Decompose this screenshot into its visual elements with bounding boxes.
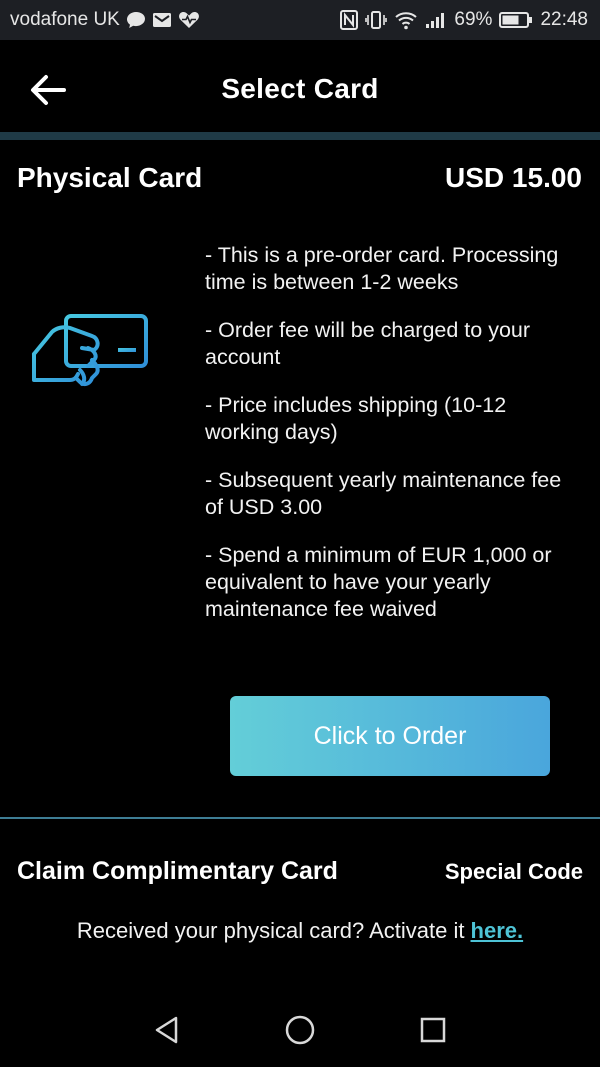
- nav-back-icon: [155, 1016, 178, 1044]
- nav-back-button[interactable]: [149, 1012, 185, 1048]
- card-details-list: - This is a pre-order card. Processing t…: [205, 242, 575, 644]
- click-to-order-button[interactable]: Click to Order: [230, 696, 550, 776]
- signal-icon: [425, 11, 447, 29]
- activate-here-link[interactable]: here.: [471, 918, 524, 943]
- card-title: Physical Card: [17, 162, 203, 193]
- header-divider: [0, 132, 600, 140]
- section-divider: [0, 817, 600, 819]
- system-nav-bar: [0, 990, 600, 1067]
- detail-item: - Subsequent yearly maintenance fee of U…: [205, 468, 562, 519]
- nav-recents-button[interactable]: [415, 1012, 451, 1048]
- special-code-link[interactable]: Special Code: [445, 859, 583, 885]
- nav-home-icon: [285, 1015, 315, 1045]
- vibrate-icon: [365, 10, 388, 30]
- battery-percent: 69%: [454, 9, 493, 30]
- status-bar: vodafone UK 69% 22:48: [0, 0, 600, 40]
- nfc-icon: [340, 10, 359, 30]
- activate-text: Received your physical card? Activate it: [76, 918, 465, 943]
- heart-rate-icon: [178, 11, 200, 29]
- detail-item: - Order fee will be charged to your acco…: [205, 318, 531, 369]
- wifi-icon: [394, 10, 418, 30]
- nav-home-button[interactable]: [282, 1012, 318, 1048]
- status-bar-left: vodafone UK: [10, 9, 200, 31]
- detail-item: - This is a pre-order card. Processing t…: [205, 243, 559, 294]
- detail-item: - Spend a minimum of EUR 1,000 or equiva…: [205, 543, 552, 621]
- chat-bubble-icon: [126, 11, 146, 29]
- detail-item: - Price includes shipping (10-12 working…: [205, 393, 507, 444]
- nav-recents-icon: [420, 1017, 446, 1043]
- carrier-name: vodafone UK: [10, 9, 120, 30]
- clock-time: 22:48: [540, 9, 588, 30]
- activate-prompt: Received your physical card? Activate it…: [0, 918, 600, 944]
- card-price: USD 15.00: [445, 162, 582, 193]
- app-bar: Select Card: [0, 40, 600, 134]
- hand-holding-card-icon: [30, 310, 150, 392]
- battery-icon: [499, 11, 533, 29]
- status-bar-right: 69% 22:48: [340, 9, 588, 31]
- claim-card-title: Claim Complimentary Card: [17, 857, 338, 885]
- mail-icon: [152, 12, 172, 28]
- page-title: Select Card: [221, 73, 379, 104]
